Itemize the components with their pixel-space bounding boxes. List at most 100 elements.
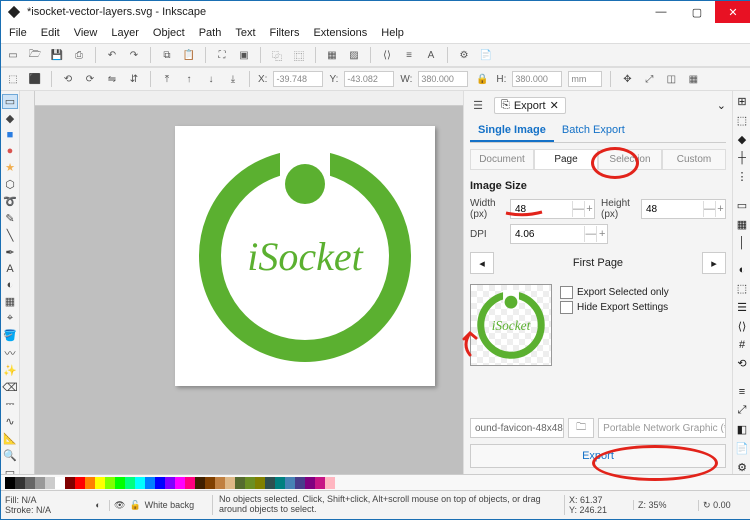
lock-icon[interactable]: 🔒 [474,71,490,87]
swatch[interactable] [45,477,55,489]
ungroup-icon[interactable]: ▨ [346,47,362,63]
transform-scale-icon[interactable]: ⤢ [641,71,657,87]
text-tool-icon[interactable]: A [423,47,439,63]
h-field[interactable]: 380.000 [512,71,562,87]
measure-tool[interactable]: 📐 [3,432,17,445]
paste-icon[interactable]: 📋 [181,47,197,63]
swatch[interactable] [155,477,165,489]
redo-icon[interactable]: ↷ [126,47,142,63]
raise-icon[interactable]: ↑ [181,71,197,87]
swatch[interactable] [85,477,95,489]
menu-view[interactable]: View [68,25,104,41]
subtab-selection[interactable]: Selection [598,149,662,170]
layers-dock-icon[interactable]: ☰ [470,98,486,114]
swatch[interactable] [235,477,245,489]
menu-filters[interactable]: Filters [264,25,306,41]
bezier-tool[interactable]: ╲ [3,229,17,242]
transform-dialog-icon[interactable]: ⤢ [738,404,747,417]
align-distribute-icon[interactable]: ≡ [739,386,745,398]
menu-file[interactable]: File [3,25,33,41]
rotation-field[interactable]: ↻ 0.00 [698,500,750,511]
transform-corners-icon[interactable]: ◫ [663,71,679,87]
duplicate-icon[interactable]: ⿻ [269,47,285,63]
dropper-tool[interactable]: ⌖ [3,312,17,325]
subtab-document[interactable]: Document [470,149,534,170]
subtab-custom[interactable]: Custom [662,149,726,170]
swatch[interactable] [315,477,325,489]
rect-tool[interactable]: ■ [3,129,17,141]
select-all-icon[interactable]: ⬚ [5,71,21,87]
y-field[interactable]: -43.082 [344,71,394,87]
pencil-tool[interactable]: ✎ [3,212,17,225]
swatch[interactable] [25,477,35,489]
prev-page-button[interactable]: ◂ [470,252,494,274]
swatch[interactable] [205,477,215,489]
layer-selector[interactable]: White backg [145,500,195,510]
doc-properties-icon[interactable]: 📄 [735,442,749,455]
zoom-fit-icon[interactable]: ⛶ [214,47,230,63]
snap-toggle-icon[interactable]: ⊞ [737,95,746,108]
snap-guide-icon[interactable]: │ [739,237,746,249]
mesh-tool[interactable]: ▦ [3,295,17,308]
eraser-tool[interactable]: ⌫ [3,381,17,394]
transform-move-icon[interactable]: ✥ [619,71,635,87]
zoom-page-icon[interactable]: ▣ [236,47,252,63]
lower-icon[interactable]: ↓ [203,71,219,87]
x-field[interactable]: -39.748 [273,71,323,87]
tweak-tool[interactable]: 〰 [3,346,17,360]
fill-stroke-icon[interactable]: ◐ [739,264,746,276]
snap-others-icon[interactable]: ⋮ [737,170,748,183]
opacity-indicator[interactable]: ◐ [87,500,109,510]
tab-single-image[interactable]: Single Image [470,120,554,142]
menu-object[interactable]: Object [147,25,191,41]
star-tool[interactable]: ★ [3,161,17,174]
raise-top-icon[interactable]: ⤒ [159,71,175,87]
snap-align-icon[interactable]: ┼ [738,152,746,164]
menu-text[interactable]: Text [229,25,261,41]
hide-export-settings-checkbox[interactable]: Hide Export Settings [560,301,669,314]
export-selected-checkbox[interactable]: Export Selected only [560,286,669,299]
paintbucket-tool[interactable]: 🪣 [3,329,17,342]
spiral-tool[interactable]: ➰ [3,195,17,208]
menu-help[interactable]: Help [375,25,410,41]
next-page-button[interactable]: ▸ [702,252,726,274]
rotate-ccw-icon[interactable]: ⟲ [60,71,76,87]
swatch[interactable] [245,477,255,489]
gradient-tool[interactable]: ◐ [3,279,17,291]
object-props-icon[interactable]: ⬚ [737,282,747,295]
trace-bitmap-icon[interactable]: ◧ [737,423,747,436]
swatch[interactable] [135,477,145,489]
print-icon[interactable]: ⎙ [71,47,87,63]
maximize-button[interactable]: ▢ [679,1,715,23]
dock-chevron-icon[interactable]: ⌄ [717,99,726,112]
subtab-page[interactable]: Page [534,149,598,170]
text-tool[interactable]: A [3,263,17,275]
swatch[interactable] [275,477,285,489]
swatch[interactable] [305,477,315,489]
swatch[interactable] [255,477,265,489]
menu-layer[interactable]: Layer [105,25,145,41]
transform-pattern-icon[interactable]: ▦ [685,71,701,87]
format-select[interactable]: Portable Network Graphic (*.png)▾ [598,418,726,438]
circle-tool[interactable]: ● [3,145,17,157]
swatch[interactable] [225,477,235,489]
tab-batch-export[interactable]: Batch Export [554,120,633,142]
zoom-field[interactable]: Z: 35% [633,500,698,510]
swatch[interactable] [215,477,225,489]
height-field[interactable]: ―+ [641,199,726,219]
swatch[interactable] [65,477,75,489]
layer-lock-icon[interactable]: 🔓 [129,500,140,511]
clone-icon[interactable]: ⿴ [291,47,307,63]
swatch[interactable] [295,477,305,489]
swatch[interactable] [195,477,205,489]
rotate-cw-icon[interactable]: ⟳ [82,71,98,87]
w-field[interactable]: 380.000 [418,71,468,87]
snap-page-icon[interactable]: ▭ [737,199,747,212]
xml-editor-icon[interactable]: ⟨⟩ [738,320,747,333]
dpi-field[interactable]: ―+ [510,224,608,244]
canvas[interactable]: iSocket [35,106,463,474]
swatch[interactable] [285,477,295,489]
close-button[interactable]: ✕ [715,1,750,23]
node-tool[interactable]: ◆ [3,112,17,125]
minimize-button[interactable]: ― [643,1,679,23]
